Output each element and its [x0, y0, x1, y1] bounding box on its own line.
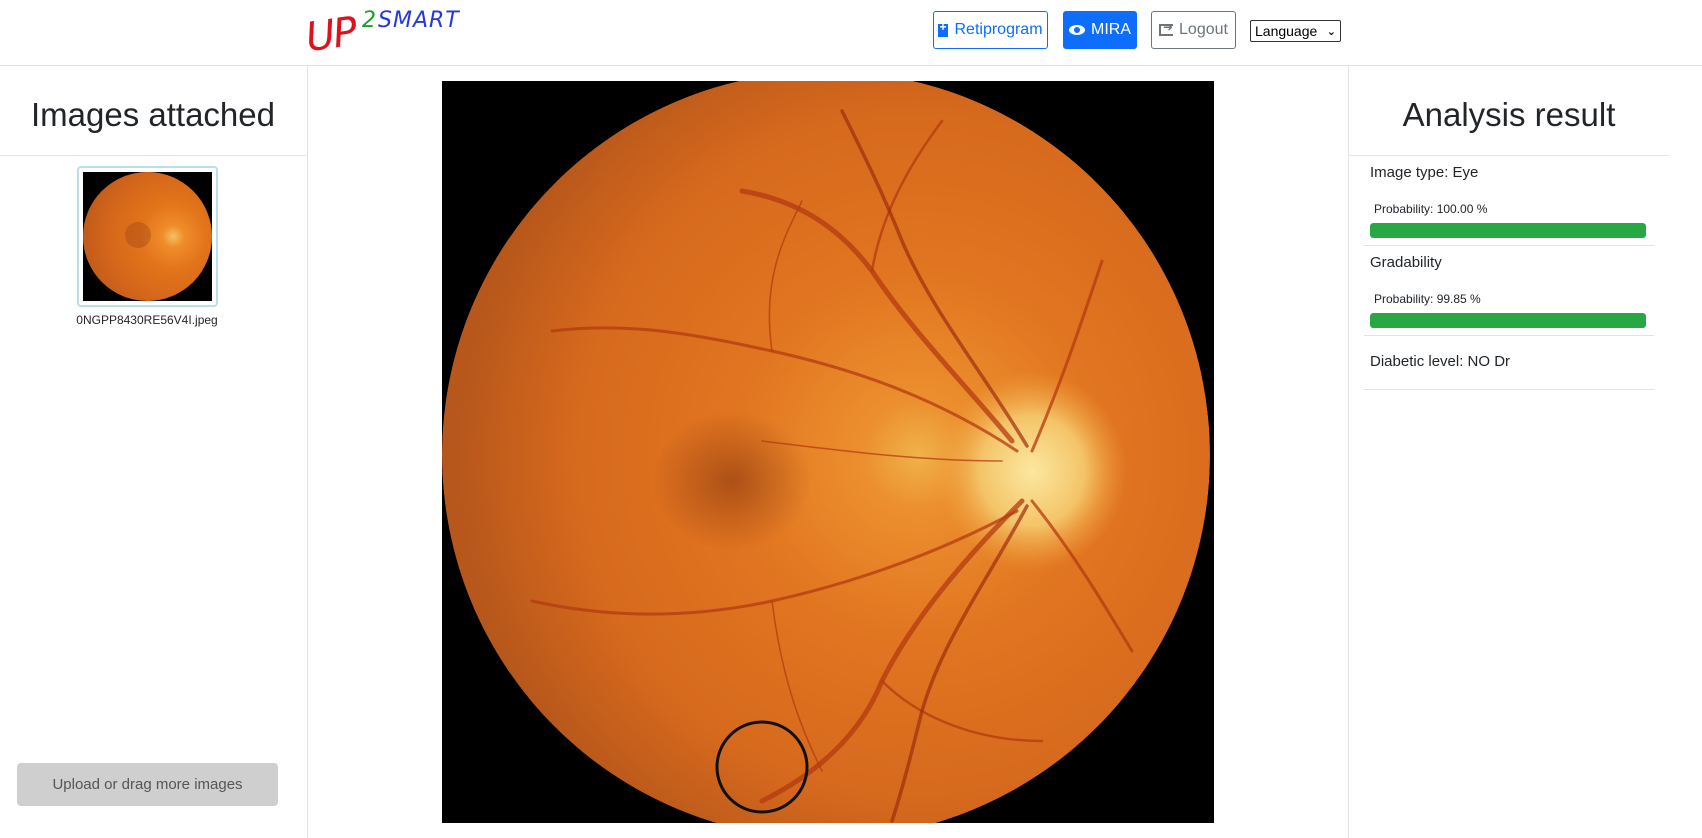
- result-gradability-probability: Probability: 99.85 %: [1374, 292, 1481, 306]
- logo-two-text: 2: [362, 8, 376, 33]
- result-image-type-label: Image type: Eye: [1370, 164, 1479, 181]
- images-attached-panel: Images attached 0NGPP8430RE56V4I.jpeg Up…: [0, 66, 308, 838]
- image-type-progress-fill: [1370, 223, 1646, 238]
- image-type-progress-bar: [1370, 223, 1646, 238]
- result-diabetic-level-label: Diabetic level: NO Dr: [1370, 353, 1511, 370]
- file-plus-icon: [938, 20, 949, 37]
- thumbnail-fovea: [125, 222, 151, 248]
- result-image-type-probability: Probability: 100.00 %: [1374, 202, 1488, 216]
- result-diabetic-level: Diabetic level: NO Dr: [1364, 336, 1654, 390]
- logout-button[interactable]: Logout: [1151, 11, 1236, 49]
- fundus-image-viewer[interactable]: [442, 81, 1214, 823]
- thumbnail-filename: 0NGPP8430RE56V4I.jpeg: [76, 313, 218, 327]
- eye-icon: [1069, 25, 1085, 35]
- gradability-progress-fill: [1370, 313, 1646, 328]
- upload-images-button[interactable]: Upload or drag more images: [17, 763, 278, 806]
- logout-icon: [1159, 20, 1173, 36]
- mira-button[interactable]: MIRA: [1063, 11, 1137, 49]
- retiprogram-button[interactable]: Retiprogram: [933, 11, 1048, 49]
- language-select[interactable]: Language ⌄: [1250, 20, 1341, 42]
- logout-label: Logout: [1179, 21, 1228, 38]
- fundus-image: [442, 81, 1214, 823]
- chevron-down-icon: ⌄: [1326, 25, 1336, 38]
- retiprogram-label: Retiprogram: [954, 21, 1043, 38]
- language-select-value: Language: [1255, 23, 1318, 39]
- mira-label: MIRA: [1091, 21, 1131, 38]
- thumbnail-image: [83, 172, 212, 301]
- gradability-progress-bar: [1370, 313, 1646, 328]
- analysis-result-panel: Analysis result Image type: Eye Probabil…: [1348, 66, 1669, 838]
- result-gradability-label: Gradability: [1370, 254, 1442, 271]
- analysis-result-title: Analysis result: [1402, 96, 1616, 133]
- top-header: UP 2 SMART Retiprogram MIRA Logout Langu…: [0, 0, 1702, 66]
- logo-up-text: UP: [303, 8, 359, 62]
- left-divider: [0, 155, 306, 156]
- logo-smart-text: SMART: [378, 8, 460, 33]
- images-attached-title: Images attached: [31, 96, 275, 133]
- result-image-type: Image type: Eye Probability: 100.00 %: [1364, 156, 1654, 246]
- result-gradability: Gradability Probability: 99.85 %: [1364, 246, 1654, 336]
- image-thumbnail[interactable]: [77, 166, 218, 307]
- up2smart-logo[interactable]: UP 2 SMART: [303, 6, 466, 61]
